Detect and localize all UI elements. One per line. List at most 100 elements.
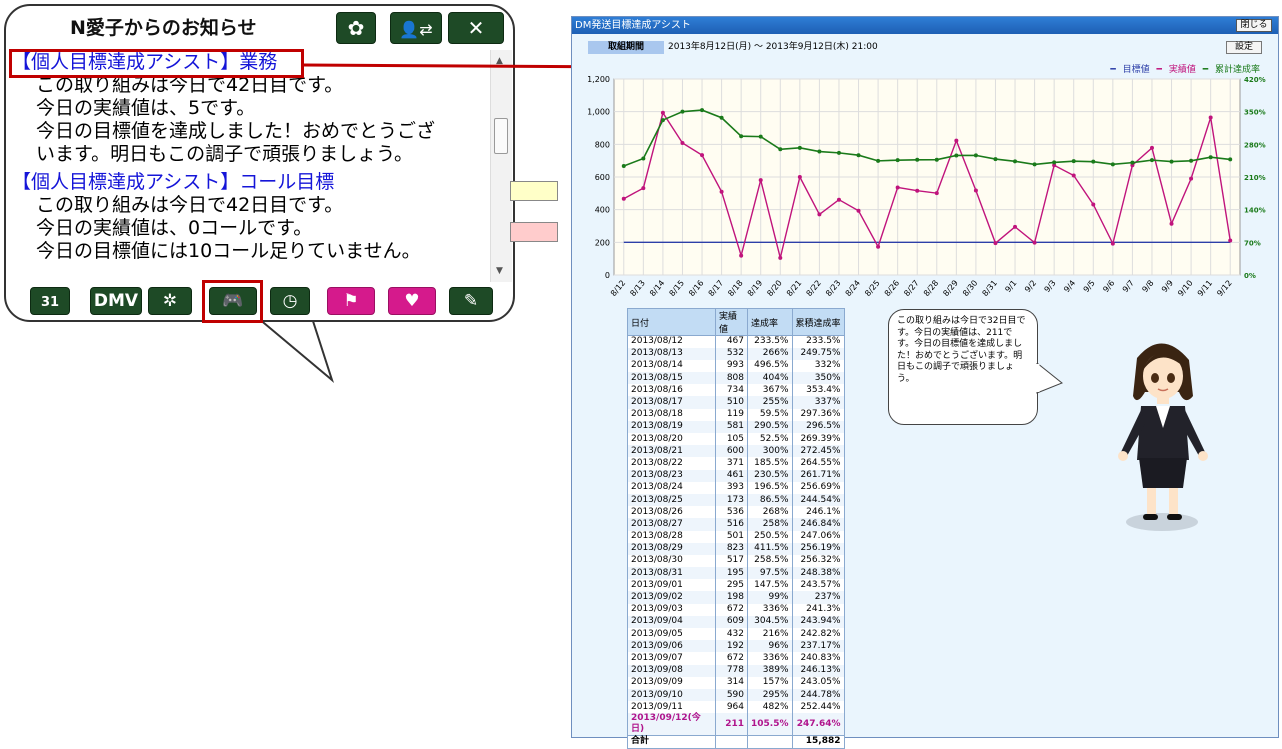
data-point: [954, 153, 959, 158]
table-cell: 304.5%: [747, 615, 793, 628]
data-point: [1208, 155, 1213, 160]
table-row: 2013/08/13 532 266% 249.75%: [627, 347, 845, 360]
data-point: [778, 147, 783, 152]
table-cell: 97.5%: [747, 567, 793, 580]
x-tick-label: 9/2: [1023, 279, 1038, 295]
data-point: [915, 188, 920, 193]
table-cell: 256.69%: [791, 481, 845, 494]
data-point: [700, 108, 705, 113]
table-cell: 2013/08/23: [627, 469, 716, 482]
table-cell: 2013/08/18: [627, 408, 716, 421]
close-button[interactable]: ✕: [448, 12, 504, 44]
table-cell: 367%: [747, 384, 793, 397]
data-point: [1071, 159, 1076, 164]
data-point: [856, 153, 861, 158]
color-swatch-pink: [510, 222, 558, 242]
data-point: [680, 141, 685, 146]
table-cell: 272.45%: [791, 445, 845, 458]
table-cell: 2013/08/17: [627, 396, 716, 409]
table-cell: 296.5%: [791, 420, 845, 433]
table-row: 2013/09/09 314 157% 243.05%: [627, 676, 845, 689]
column-header: 実績値: [715, 308, 748, 336]
table-cell: 157%: [747, 676, 793, 689]
table-cell: 590: [715, 688, 748, 702]
window-close-button[interactable]: 閉じる: [1236, 19, 1272, 32]
calendar-icon: 31: [40, 295, 60, 310]
x-tick-label: 9/6: [1101, 279, 1116, 295]
table-cell: 2013/08/27: [627, 518, 716, 531]
table-cell: 244.54%: [791, 493, 845, 507]
table-cell: 808: [715, 372, 748, 385]
dmv-button[interactable]: DMV: [90, 287, 142, 315]
scrollbar[interactable]: ▲ ▼: [490, 50, 512, 282]
data-point: [1130, 160, 1135, 165]
y-tick-label: 600: [595, 173, 610, 182]
table-cell: 510: [715, 396, 748, 409]
table-cell: 173: [715, 493, 748, 507]
table-row: 2013/09/06 192 96% 237.17%: [627, 640, 845, 653]
table-cell: 249.75%: [791, 347, 845, 360]
table-cell: 268%: [747, 506, 793, 519]
table-cell: 2013/09/08: [627, 664, 716, 677]
data-point: [758, 134, 763, 139]
close-icon: ✕: [467, 16, 485, 40]
data-point: [876, 244, 881, 249]
table-cell: 2013/09/05: [627, 628, 716, 641]
data-point: [954, 138, 959, 143]
data-point: [1169, 159, 1174, 164]
gear-button[interactable]: ✿: [336, 12, 376, 44]
x-tick-label: 9/5: [1082, 279, 1097, 295]
table-cell: 2013/08/14: [627, 359, 716, 373]
table-cell: 243.57%: [791, 579, 845, 592]
data-point: [1208, 115, 1213, 120]
table-cell: 2013/08/25: [627, 493, 716, 507]
table-cell: 246.1%: [791, 506, 845, 519]
table-row: 2013/09/07 672 336% 240.83%: [627, 652, 845, 665]
data-point: [1110, 162, 1115, 167]
table-cell: 336%: [747, 652, 793, 665]
x-tick-label: 8/29: [941, 279, 959, 299]
table-cell: 2013/09/12(今日): [627, 713, 716, 736]
data-point: [1110, 241, 1115, 246]
table-cell: 2013/09/09: [627, 676, 716, 689]
calendar-button[interactable]: 31: [30, 287, 70, 315]
data-table: 日付 実績値 達成率 累積達成率 2013/08/12 467 233.5% 233.5% 2…: [627, 308, 845, 749]
data-point: [856, 208, 861, 213]
table-cell: 240.83%: [791, 652, 845, 665]
scroll-down-icon[interactable]: ▼: [496, 266, 503, 276]
table-cell: 256.32%: [791, 554, 845, 568]
heart-button[interactable]: ♥: [388, 287, 436, 315]
table-cell: 609: [715, 615, 748, 628]
edit-button[interactable]: ✎: [449, 287, 493, 315]
sparkle-button[interactable]: ✲: [148, 287, 192, 315]
speech-bubble-tail: [1036, 363, 1063, 394]
scroll-thumb[interactable]: [494, 118, 508, 154]
data-point: [641, 156, 646, 161]
table-cell: 672: [715, 652, 748, 665]
table-row: 2013/08/27 516 258% 246.84%: [627, 518, 845, 531]
table-cell: 467: [715, 335, 748, 348]
clock-button[interactable]: ◷: [270, 287, 310, 315]
window-title: DM発送目標達成アシスト: [575, 20, 691, 31]
table-cell: 96%: [747, 640, 793, 653]
x-tick-label: 8/20: [765, 279, 783, 299]
table-cell: 105.5%: [747, 713, 793, 736]
settings-button[interactable]: 設定: [1226, 41, 1262, 54]
y2-tick-label: 70%: [1244, 239, 1261, 247]
table-row: 2013/08/24 393 196.5% 256.69%: [627, 481, 845, 494]
message-title[interactable]: 【個人目標達成アシスト】コール目標: [12, 170, 486, 194]
x-tick-label: 8/15: [668, 279, 686, 299]
table-cell: 353.4%: [791, 384, 845, 397]
data-point: [934, 157, 939, 162]
table-cell: 2013/08/24: [627, 481, 716, 494]
table-cell: 336%: [747, 603, 793, 616]
table-cell: 261.71%: [791, 469, 845, 482]
column-header: 達成率: [747, 308, 793, 336]
table-cell: 404%: [747, 372, 793, 385]
flag-button[interactable]: ⚑: [327, 287, 375, 315]
table-cell: 86.5%: [747, 493, 793, 507]
switch-user-button[interactable]: 👤⇄: [390, 12, 442, 44]
data-point: [1189, 158, 1194, 163]
y2-tick-label: 420%: [1244, 76, 1266, 84]
table-cell: 196.5%: [747, 481, 793, 494]
